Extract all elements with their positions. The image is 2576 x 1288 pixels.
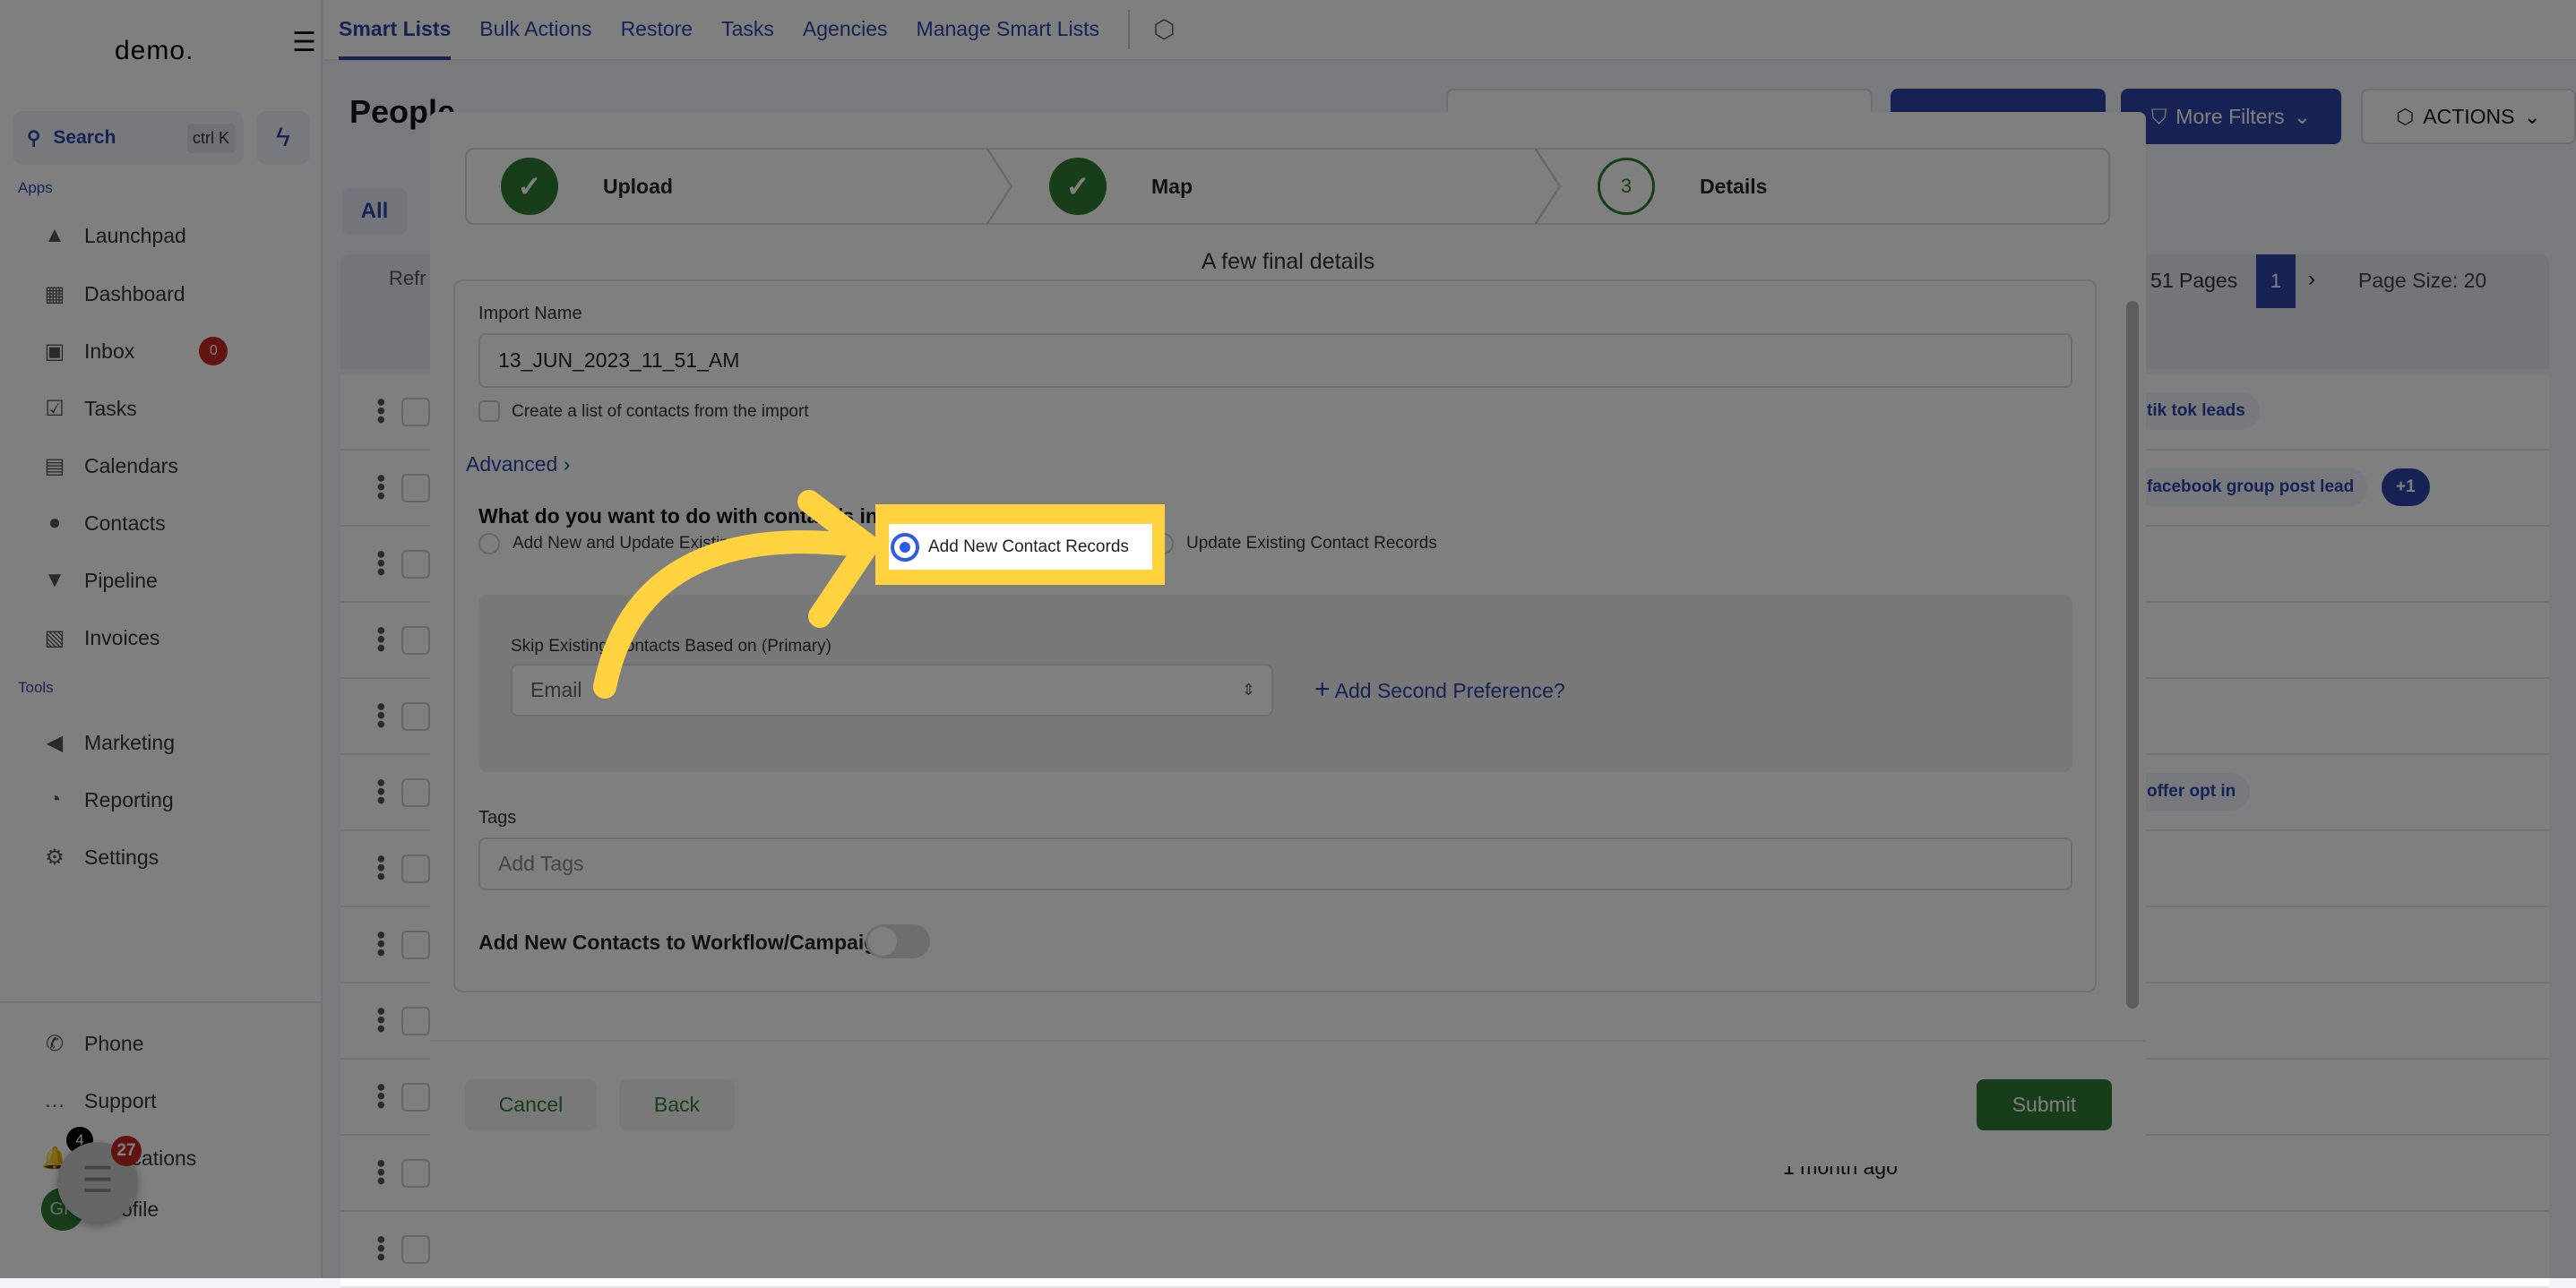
pointer-arrow-icon [593, 490, 879, 699]
